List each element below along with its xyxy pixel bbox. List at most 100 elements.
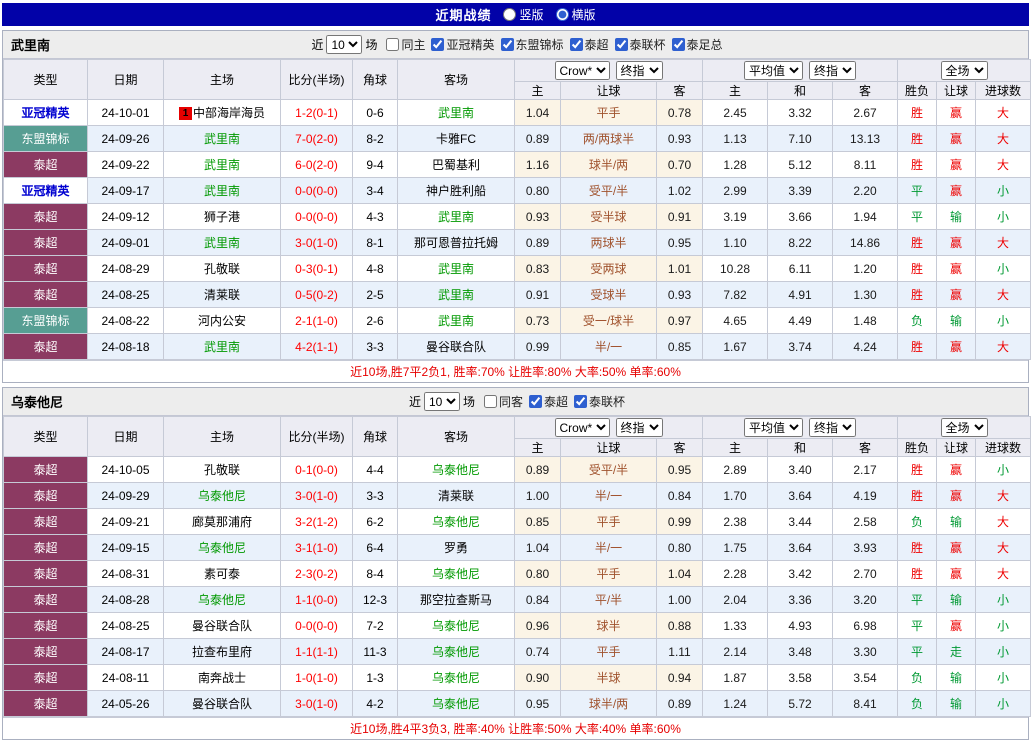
result-handicap-cell: 赢 xyxy=(936,456,977,483)
away-team-cell: 乌泰他尼 xyxy=(397,612,515,639)
same-venue-checkbox[interactable] xyxy=(386,38,400,51)
same-venue-option[interactable]: 同客 xyxy=(483,393,523,410)
away-team-name: 乌泰他尼 xyxy=(431,645,480,659)
competition-option[interactable]: 亚冠精英 xyxy=(431,36,495,53)
handicap-cell: 平/半 xyxy=(560,586,657,613)
results-table: 类型 日期 主场 比分(半场) 角球 客场 Crow* 终指 平均值 终指 全场主让球客主和客胜负让… xyxy=(3,416,1031,717)
home-team-name: 武里南 xyxy=(203,132,240,146)
layout-option[interactable]: 横版 xyxy=(555,6,596,23)
layout-radio[interactable] xyxy=(503,8,517,21)
home-team-name: 中部海岸海员 xyxy=(192,106,265,120)
away-team-name: 武里南 xyxy=(437,314,474,328)
competition-checkbox[interactable] xyxy=(569,38,583,51)
match-row: 泰超 24-08-29 孔敬联 0-3(0-1) 4-8 武里南 0.83 受两球 1.01 10… xyxy=(3,255,1031,282)
competition-option[interactable]: 东盟锦标 xyxy=(500,36,564,53)
home-team-cell: 乌泰他尼 xyxy=(163,534,281,561)
sub-header-avg-home: 主 xyxy=(702,81,769,100)
sub-header-odds-handicap: 让球 xyxy=(560,438,657,457)
competition-checkbox[interactable] xyxy=(529,395,542,408)
avg-home-cell: 3.19 xyxy=(702,203,769,230)
away-team-cell: 卡雅FC xyxy=(397,125,515,152)
recent-count-select[interactable]: 10 xyxy=(423,392,460,411)
avg-home-cell: 1.33 xyxy=(702,612,769,639)
avg-away-cell: 2.17 xyxy=(832,456,899,483)
odds-source-select[interactable]: Crow* xyxy=(554,418,610,437)
match-row: 泰超 24-09-22 武里南 6-0(2-0) 9-4 巴蜀基利 1.16 球半/两 0.70… xyxy=(3,151,1031,178)
page-title: 近期战绩 xyxy=(435,8,492,23)
competition-option[interactable]: 泰超 xyxy=(529,393,568,410)
competition-cell: 泰超 xyxy=(3,560,88,587)
competition-option[interactable]: 泰联杯 xyxy=(574,393,625,410)
avg-home-cell: 2.99 xyxy=(702,177,769,204)
same-venue-label: 同客 xyxy=(498,395,523,409)
competition-label: 泰足总 xyxy=(686,38,723,52)
match-row: 泰超 24-08-17 拉查布里府 1-1(1-1) 11-3 乌泰他尼 0.74 平手 1.1… xyxy=(3,638,1031,665)
scope-select[interactable]: 全场 xyxy=(940,61,988,80)
competition-option[interactable]: 泰联杯 xyxy=(614,36,666,53)
same-venue-option[interactable]: 同主 xyxy=(386,36,425,53)
odds-home-cell: 0.80 xyxy=(514,177,561,204)
corner-cell: 8-4 xyxy=(352,560,398,587)
home-team-name: 狮子港 xyxy=(203,210,240,224)
competition-option[interactable]: 泰超 xyxy=(569,36,609,53)
odds-final-select[interactable]: 终指 xyxy=(615,61,663,80)
layout-option-label: 竖版 xyxy=(519,8,544,22)
col-header-competition: 类型 xyxy=(3,416,88,457)
odds-source-select[interactable]: Crow* xyxy=(554,61,610,80)
result-wdl-cell: 胜 xyxy=(897,255,938,282)
result-goals-cell: 小 xyxy=(975,638,1031,665)
handicap-cell: 半/一 xyxy=(560,482,657,509)
col-header-date: 日期 xyxy=(87,59,164,100)
result-wdl-cell: 胜 xyxy=(897,151,938,178)
home-team-name: 乌泰他尼 xyxy=(197,541,246,555)
home-team-name: 曼谷联合队 xyxy=(191,697,252,711)
layout-radio[interactable] xyxy=(555,8,569,21)
competition-checkbox[interactable] xyxy=(500,38,514,51)
sub-header-odds-away: 客 xyxy=(655,438,704,457)
date-cell: 24-08-31 xyxy=(87,560,164,587)
result-goals-cell: 小 xyxy=(975,664,1031,691)
competition-checkbox[interactable] xyxy=(671,38,685,51)
match-row: 泰超 24-09-29 乌泰他尼 3-0(1-0) 3-3 清莱联 1.00 半/一 0.84 1… xyxy=(3,482,1031,509)
result-goals-cell: 小 xyxy=(975,177,1031,204)
odds-away-cell: 0.93 xyxy=(655,281,704,308)
sub-header-avg-draw: 和 xyxy=(767,81,834,100)
home-team-cell: 乌泰他尼 xyxy=(163,586,281,613)
same-venue-checkbox[interactable] xyxy=(483,395,497,408)
result-goals-cell: 大 xyxy=(975,482,1031,509)
competition-checkbox[interactable] xyxy=(431,38,445,51)
date-cell: 24-09-29 xyxy=(87,482,164,509)
date-cell: 24-08-11 xyxy=(87,664,164,691)
avg-source-select[interactable]: 平均值 xyxy=(744,418,804,437)
handicap-cell: 受一/球半 xyxy=(560,307,657,334)
competition-option[interactable]: 泰足总 xyxy=(671,36,723,53)
avg-home-cell: 2.45 xyxy=(702,99,769,126)
avg-final-select[interactable]: 终指 xyxy=(809,418,857,437)
scope-select-group: 全场 xyxy=(897,59,1031,82)
competition-checkbox[interactable] xyxy=(574,395,588,408)
home-team-cell: 武里南 xyxy=(163,229,281,256)
away-team-name: 乌泰他尼 xyxy=(431,619,480,633)
layout-radio-group: 竖版 横版 xyxy=(503,6,596,23)
competition-checkbox[interactable] xyxy=(614,38,628,51)
scope-select[interactable]: 全场 xyxy=(940,418,988,437)
layout-option[interactable]: 竖版 xyxy=(503,6,544,23)
games-unit-label: 场 xyxy=(462,395,475,409)
odds-home-cell: 0.96 xyxy=(514,612,561,639)
handicap-cell: 受球半 xyxy=(560,281,657,308)
recent-count-select[interactable]: 10 xyxy=(326,35,363,54)
score-cell: 3-0(1-0) xyxy=(280,482,353,509)
avg-away-cell: 1.30 xyxy=(832,281,899,308)
home-team-cell: 南奔战士 xyxy=(163,664,281,691)
odds-final-select[interactable]: 终指 xyxy=(615,418,663,437)
away-team-cell: 乌泰他尼 xyxy=(397,664,515,691)
avg-source-select[interactable]: 平均值 xyxy=(744,61,804,80)
home-team-name: 河内公安 xyxy=(197,314,246,328)
result-goals-cell: 大 xyxy=(975,99,1031,126)
home-team-cell: 曼谷联合队 xyxy=(163,612,281,639)
avg-home-cell: 2.04 xyxy=(702,586,769,613)
result-goals-cell: 小 xyxy=(975,690,1031,717)
odds-home-cell: 0.89 xyxy=(514,456,561,483)
avg-final-select[interactable]: 终指 xyxy=(809,61,857,80)
match-row: 泰超 24-08-25 清莱联 0-5(0-2) 2-5 武里南 0.91 受球半 0.93 7.… xyxy=(3,281,1031,308)
